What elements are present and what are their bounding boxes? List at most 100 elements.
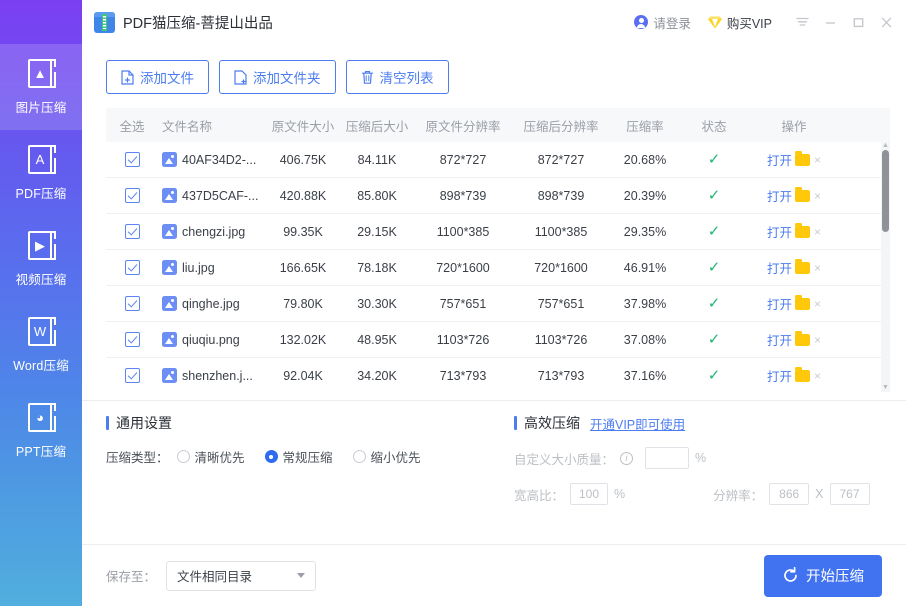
row-delete-button[interactable]: × <box>814 225 821 239</box>
row-original-resolution: 720*1600 <box>436 260 490 275</box>
radio-clear-priority[interactable] <box>176 450 190 463</box>
row-checkbox[interactable] <box>124 224 140 239</box>
row-file-name: qiuqiu.png <box>182 332 240 347</box>
sidebar-item-label-3: Word压缩 <box>13 359 69 373</box>
sidebar-item-word-compress[interactable]: W Word压缩 <box>0 302 82 388</box>
radio-size-priority[interactable] <box>352 450 366 463</box>
row-open-link[interactable]: 打开 <box>767 150 792 169</box>
row-file-name: 437D5CAF-... <box>182 188 259 203</box>
word-doc-icon: W <box>26 316 56 348</box>
section-accent-bar <box>106 416 109 430</box>
row-open-link[interactable]: 打开 <box>767 222 792 241</box>
radio-label-normal-compress[interactable]: 常规压缩 <box>283 447 333 466</box>
sidebar-item-label-2: 视频压缩 <box>15 273 67 287</box>
table-row[interactable]: liu.jpg 166.65K 78.18K 720*1600 720*1600 46.9… <box>106 250 890 286</box>
table-row[interactable]: qiuqiu.png 132.02K 48.95K 1103*726 1103*726 3… <box>106 322 890 358</box>
row-delete-button[interactable]: × <box>814 261 821 275</box>
minimize-icon[interactable] <box>816 8 844 36</box>
row-original-size: 99.35K <box>283 224 323 239</box>
scroll-down-arrow[interactable]: ▼ <box>882 384 889 392</box>
row-file-name-cell: qinghe.jpg <box>158 296 266 311</box>
table-row[interactable]: 437D5CAF-... 420.88K 85.80K 898*739 898*739 2… <box>106 178 890 214</box>
row-delete-button[interactable]: × <box>814 369 821 383</box>
table-row[interactable]: qinghe.jpg 79.80K 30.30K 757*651 757*651 37.9… <box>106 286 890 322</box>
row-open-link[interactable]: 打开 <box>767 294 792 313</box>
table-row[interactable]: chengzi.jpg 99.35K 29.15K 1100*385 1100*385 2… <box>106 214 890 250</box>
efficient-settings-title-row: 高效压缩 开通VIP即可使用 <box>514 413 906 433</box>
row-checkbox[interactable] <box>124 260 140 275</box>
zip-folder-icon <box>94 11 115 33</box>
scrollbar-thumb[interactable] <box>882 150 889 232</box>
save-path-select[interactable]: 文件相同目录 <box>166 560 317 591</box>
resolution-height-input[interactable]: 767 <box>829 483 870 505</box>
row-compressed-size: 48.95K <box>357 332 397 347</box>
add-folder-button[interactable]: 添加文件夹 <box>219 60 336 94</box>
menu-icon[interactable] <box>788 8 816 36</box>
sidebar-item-video-compress[interactable]: ▶ 视频压缩 <box>0 216 82 302</box>
row-compressed-resolution: 757*651 <box>537 296 585 311</box>
row-original-size: 166.65K <box>279 260 327 275</box>
maximize-icon[interactable] <box>844 8 872 36</box>
video-doc-icon: ▶ <box>26 230 56 262</box>
add-file-button[interactable]: 添加文件 <box>106 60 209 94</box>
row-operations-cell: 打开 × <box>748 366 840 385</box>
folder-icon[interactable] <box>795 151 810 166</box>
row-original-resolution: 713*793 <box>439 368 487 383</box>
vip-label: 购买VIP <box>726 16 772 31</box>
sidebar-item-ppt-compress[interactable]: ◕ PPT压缩 <box>0 388 82 474</box>
row-delete-button[interactable]: × <box>814 297 821 311</box>
radio-label-clear-priority[interactable]: 清晰优先 <box>195 447 245 466</box>
refresh-icon <box>782 567 799 584</box>
table-body: 40AF34D2-... 406.75K 84.11K 872*727 872*727 2… <box>106 142 890 392</box>
file-table: 全选 文件名称 原文件大小 压缩后大小 原文件分辨率 压缩后分辨率 压缩率 状态… <box>106 108 890 392</box>
row-checkbox[interactable] <box>124 332 140 347</box>
start-compress-button[interactable]: 开始压缩 <box>764 554 882 597</box>
row-open-link[interactable]: 打开 <box>767 366 792 385</box>
table-scrollbar[interactable]: ▲ ▼ <box>881 142 890 392</box>
radio-label-size-priority[interactable]: 缩小优先 <box>371 447 421 466</box>
open-vip-link[interactable]: 开通VIP即可使用 <box>590 414 685 433</box>
row-status-cell: ✓ <box>680 368 748 383</box>
sidebar-item-pdf-compress[interactable]: A PDF压缩 <box>0 130 82 216</box>
row-open-link[interactable]: 打开 <box>767 258 792 277</box>
general-settings-title: 通用设置 <box>116 415 172 431</box>
buy-vip-button[interactable]: 购买VIP <box>707 13 772 32</box>
table-row[interactable]: 40AF34D2-... 406.75K 84.11K 872*727 872*727 2… <box>106 142 890 178</box>
info-icon[interactable]: i <box>620 451 634 465</box>
row-checkbox[interactable] <box>124 368 140 383</box>
clear-list-button[interactable]: 清空列表 <box>345 60 449 94</box>
row-delete-button[interactable]: × <box>814 333 821 347</box>
table-row[interactable]: shenzhen.j... 92.04K 34.20K 713*793 713*793 3… <box>106 358 890 392</box>
row-checkbox[interactable] <box>124 152 140 167</box>
row-status-cell: ✓ <box>680 152 748 167</box>
row-compression-rate: 37.98% <box>623 296 667 311</box>
row-status-cell: ✓ <box>680 188 748 203</box>
row-delete-button[interactable]: × <box>814 153 821 167</box>
folder-icon[interactable] <box>795 331 810 346</box>
header-select-all[interactable]: 全选 <box>106 116 158 135</box>
login-button[interactable]: 请登录 <box>634 13 691 32</box>
folder-icon[interactable] <box>795 223 810 238</box>
ratio-input[interactable]: 100 <box>570 483 609 505</box>
image-file-icon <box>162 332 177 347</box>
row-file-name: shenzhen.j... <box>182 368 253 383</box>
row-compressed-size: 30.30K <box>357 296 397 311</box>
row-delete-button[interactable]: × <box>814 189 821 203</box>
row-open-link[interactable]: 打开 <box>767 186 792 205</box>
folder-icon[interactable] <box>795 295 810 310</box>
folder-icon[interactable] <box>795 259 810 274</box>
folder-icon[interactable] <box>795 187 810 202</box>
resolution-width-input[interactable]: 866 <box>769 483 810 505</box>
row-operations-cell: 打开 × <box>748 186 840 205</box>
row-checkbox-cell <box>106 332 158 347</box>
pdf-doc-icon: A <box>26 144 56 176</box>
quality-input[interactable] <box>645 447 690 469</box>
row-checkbox[interactable] <box>124 188 140 203</box>
row-checkbox[interactable] <box>124 296 140 311</box>
close-icon[interactable] <box>872 8 900 36</box>
folder-icon[interactable] <box>795 367 810 382</box>
scroll-up-arrow[interactable]: ▲ <box>882 142 889 150</box>
row-open-link[interactable]: 打开 <box>767 330 792 349</box>
sidebar-item-image-compress[interactable]: ▲ 图片压缩 <box>0 44 82 130</box>
radio-normal-compress[interactable] <box>264 450 278 463</box>
